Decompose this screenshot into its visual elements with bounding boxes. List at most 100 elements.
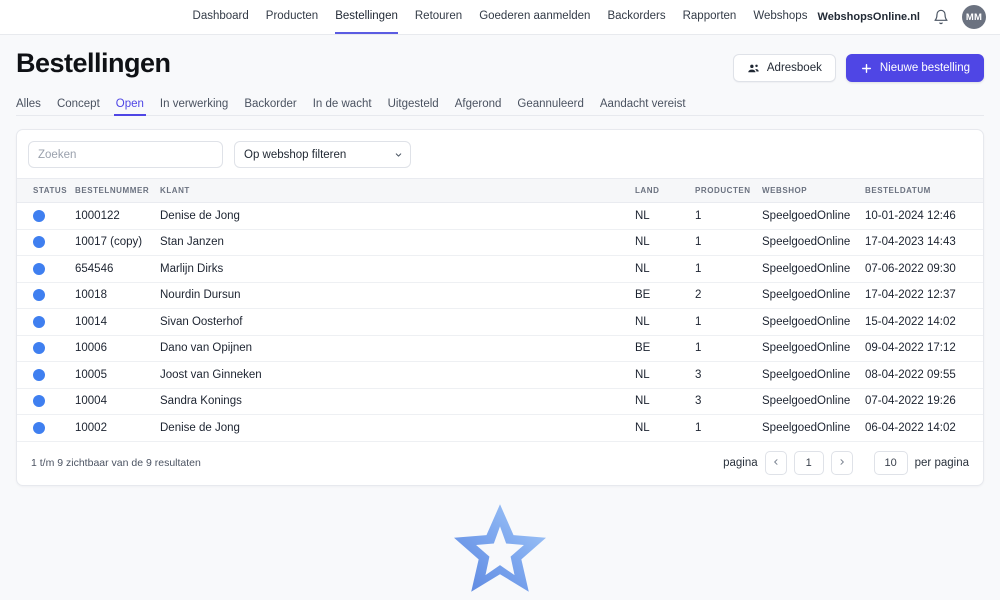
webshop-filter-select[interactable]: Op webshop filteren bbox=[234, 141, 411, 168]
customer-name: Marlijn Dirks bbox=[160, 255, 635, 283]
column-header-webshop[interactable]: WEBSHOP bbox=[762, 179, 865, 203]
chevron-right-icon bbox=[838, 457, 846, 469]
tab-concept[interactable]: Concept bbox=[57, 98, 100, 116]
page-header-row: Bestellingen Adresboek Nieuwe bestelling bbox=[16, 35, 984, 82]
table-row[interactable]: 10002 Denise de Jong NL 1 SpeelgoedOnline 06-… bbox=[17, 414, 983, 442]
address-book-button[interactable]: Adresboek bbox=[732, 54, 836, 82]
order-date: 07-06-2022 09:30 bbox=[865, 255, 983, 283]
order-number: 1000122 bbox=[75, 202, 160, 230]
country-code: BE bbox=[635, 282, 695, 309]
nav-link-webshops[interactable]: Webshops bbox=[753, 0, 807, 34]
nav-link-backorders[interactable]: Backorders bbox=[607, 0, 665, 34]
nav-link-bestellingen[interactable]: Bestellingen bbox=[335, 0, 398, 34]
new-order-label: Nieuwe bestelling bbox=[879, 62, 970, 74]
tab-geannuleerd[interactable]: Geannuleerd bbox=[517, 98, 584, 116]
status-badge bbox=[17, 229, 75, 256]
nav-link-dashboard[interactable]: Dashboard bbox=[193, 0, 249, 34]
main-nav-links: Dashboard Producten Bestellingen Retouren Go… bbox=[193, 0, 807, 34]
column-header-producten[interactable]: PRODUCTEN bbox=[695, 179, 762, 203]
tab-backorder[interactable]: Backorder bbox=[244, 98, 296, 116]
next-page-button[interactable] bbox=[830, 450, 853, 475]
avatar[interactable]: MM bbox=[962, 5, 986, 29]
status-badge bbox=[17, 335, 75, 362]
table-row[interactable]: 10014 Sivan Oosterhof NL 1 SpeelgoedOnline 15… bbox=[17, 308, 983, 336]
customer-name: Denise de Jong bbox=[160, 202, 635, 230]
new-order-button[interactable]: Nieuwe bestelling bbox=[845, 54, 984, 82]
webshop-name: SpeelgoedOnline bbox=[762, 202, 865, 230]
nav-link-rapporten[interactable]: Rapporten bbox=[683, 0, 737, 34]
status-filter-tabs: Alles Concept Open In verwerking Backorder In… bbox=[16, 94, 984, 116]
customer-name: Dano van Opijnen bbox=[160, 335, 635, 362]
product-count: 1 bbox=[695, 308, 762, 336]
product-count: 2 bbox=[695, 282, 762, 309]
tab-open[interactable]: Open bbox=[113, 98, 147, 116]
webshop-name: SpeelgoedOnline bbox=[762, 255, 865, 283]
column-header-status[interactable]: STATUS bbox=[17, 179, 75, 203]
nav-link-goederen-aanmelden[interactable]: Goederen aanmelden bbox=[479, 0, 590, 34]
table-header-row: STATUS BESTELNUMMER KLANT LAND PRODUCTEN WEBS… bbox=[17, 178, 983, 203]
country-code: NL bbox=[635, 308, 695, 336]
table-row[interactable]: 10017 (copy) Stan Janzen NL 1 SpeelgoedOnlin… bbox=[17, 229, 983, 256]
contacts-icon bbox=[747, 62, 760, 75]
order-date: 07-04-2022 19:26 bbox=[865, 388, 983, 415]
table-footer: 1 t/m 9 zichtbaar van de 9 resultaten pa… bbox=[17, 442, 983, 485]
product-count: 3 bbox=[695, 361, 762, 389]
top-navigation-bar: Dashboard Producten Bestellingen Retouren Go… bbox=[0, 0, 1000, 35]
status-badge bbox=[17, 388, 75, 415]
pagination-controls: pagina 1 10 per pagina bbox=[723, 450, 969, 475]
tab-in-de-wacht[interactable]: In de wacht bbox=[313, 98, 372, 116]
nav-link-retouren[interactable]: Retouren bbox=[415, 0, 462, 34]
product-count: 1 bbox=[695, 414, 762, 442]
column-header-bestelnummer[interactable]: BESTELNUMMER bbox=[75, 179, 160, 203]
column-header-land[interactable]: LAND bbox=[635, 179, 695, 203]
brand-logo: ROCKSTAR FULFILMENT bbox=[16, 503, 984, 600]
orders-table-head: STATUS BESTELNUMMER KLANT LAND PRODUCTEN WEBS… bbox=[17, 178, 983, 203]
status-dot-icon bbox=[33, 368, 45, 381]
country-code: NL bbox=[635, 361, 695, 389]
table-row[interactable]: 10018 Nourdin Dursun BE 2 SpeelgoedOnline 17-… bbox=[17, 282, 983, 309]
webshop-filter-value[interactable]: Op webshop filteren bbox=[234, 141, 411, 168]
country-code: BE bbox=[635, 335, 695, 362]
order-date: 17-04-2022 12:37 bbox=[865, 282, 983, 309]
customer-name: Joost van Ginneken bbox=[160, 361, 635, 389]
previous-page-button[interactable] bbox=[764, 450, 787, 475]
status-badge bbox=[17, 414, 75, 442]
tab-afgerond[interactable]: Afgerond bbox=[455, 98, 502, 116]
page-header-actions: Adresboek Nieuwe bestelling bbox=[732, 48, 984, 82]
status-dot-icon bbox=[33, 289, 45, 302]
product-count: 1 bbox=[695, 255, 762, 283]
search-input[interactable] bbox=[28, 141, 223, 168]
organization-name: WebshopsOnline.nl bbox=[817, 11, 920, 23]
order-number: 10014 bbox=[75, 308, 160, 336]
tab-aandacht-vereist[interactable]: Aandacht vereist bbox=[600, 98, 686, 116]
current-page-button[interactable]: 1 bbox=[793, 450, 824, 475]
tab-alles[interactable]: Alles bbox=[16, 98, 41, 116]
tab-uitgesteld[interactable]: Uitgesteld bbox=[388, 98, 439, 116]
table-row[interactable]: 1000122 Denise de Jong NL 1 SpeelgoedOnline 1… bbox=[17, 202, 983, 230]
table-row[interactable]: 654546 Marlijn Dirks NL 1 SpeelgoedOnline 07-… bbox=[17, 255, 983, 283]
webshop-name: SpeelgoedOnline bbox=[762, 282, 865, 309]
nav-link-producten[interactable]: Producten bbox=[266, 0, 318, 34]
column-header-klant[interactable]: KLANT bbox=[160, 179, 635, 203]
status-badge bbox=[17, 282, 75, 309]
plus-icon bbox=[860, 62, 873, 75]
order-date: 17-04-2023 14:43 bbox=[865, 229, 983, 256]
order-date: 08-04-2022 09:55 bbox=[865, 361, 983, 389]
table-row[interactable]: 10006 Dano van Opijnen BE 1 SpeelgoedOnline 0… bbox=[17, 335, 983, 362]
status-dot-icon bbox=[33, 342, 45, 355]
webshop-name: SpeelgoedOnline bbox=[762, 388, 865, 415]
product-count: 1 bbox=[695, 229, 762, 256]
table-row[interactable]: 10005 Joost van Ginneken NL 3 SpeelgoedOnlin… bbox=[17, 361, 983, 389]
per-page-select[interactable]: 10 bbox=[873, 450, 908, 475]
column-header-besteldatum[interactable]: BESTELDATUM bbox=[865, 179, 983, 203]
tab-in-verwerking[interactable]: In verwerking bbox=[160, 98, 228, 116]
order-number: 10002 bbox=[75, 414, 160, 442]
status-dot-icon bbox=[33, 395, 45, 408]
customer-name: Stan Janzen bbox=[160, 229, 635, 256]
order-date: 10-01-2024 12:46 bbox=[865, 202, 983, 230]
orders-table: STATUS BESTELNUMMER KLANT LAND PRODUCTEN WEBS… bbox=[17, 178, 983, 442]
status-dot-icon bbox=[33, 236, 45, 249]
status-dot-icon bbox=[33, 209, 45, 222]
table-row[interactable]: 10004 Sandra Konings NL 3 SpeelgoedOnline 07-… bbox=[17, 388, 983, 415]
bell-icon[interactable] bbox=[933, 9, 949, 25]
